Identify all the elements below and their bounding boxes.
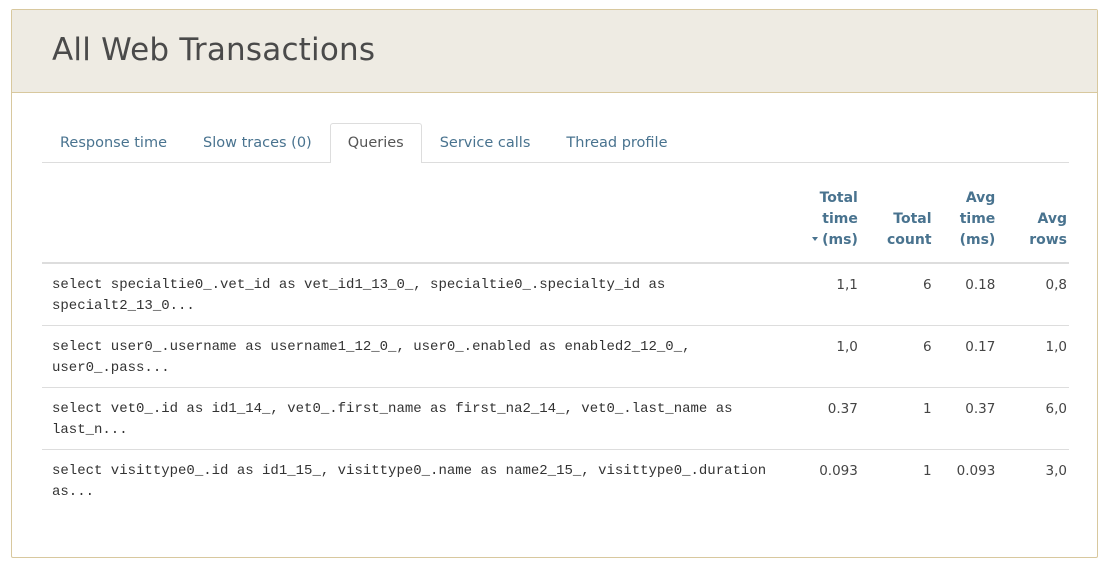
avg-rows-value: 1,0 bbox=[999, 325, 1069, 388]
caret-down-icon bbox=[812, 237, 819, 241]
avg-time-value: 0.37 bbox=[935, 387, 1000, 450]
page-title: All Web Transactions bbox=[52, 32, 376, 68]
total-time-value: 0.093 bbox=[819, 462, 858, 479]
table-row[interactable]: select visittype0_.id as id1_15_, visitt… bbox=[42, 449, 1069, 511]
avg-time-header-line: time bbox=[959, 211, 996, 227]
total-time-header-line: time bbox=[822, 211, 858, 227]
table-header-row: Total time (ms) Total count Avg time (ms… bbox=[42, 188, 1069, 264]
queries-table: Total time (ms) Total count Avg time (ms… bbox=[42, 188, 1069, 511]
total-time-header[interactable]: Total time (ms) bbox=[790, 188, 862, 264]
avg-time-value: 0.18 bbox=[935, 263, 1000, 326]
total-count-value: 6 bbox=[861, 325, 936, 388]
total-count-header-line: count bbox=[887, 232, 932, 248]
avg-time-value: 0.093 bbox=[956, 462, 996, 479]
total-time-value: 1,0 bbox=[790, 325, 862, 388]
avg-rows-header-line: Avg bbox=[1037, 211, 1067, 227]
tab-bar: Response time Slow traces (0) Queries Se… bbox=[42, 123, 1069, 163]
tab-service-calls[interactable]: Service calls bbox=[422, 123, 549, 162]
total-count-value: 1 bbox=[861, 387, 936, 450]
query-text[interactable]: select user0_.username as username1_12_0… bbox=[42, 325, 791, 388]
table-row[interactable]: select vet0_.id as id1_14_, vet0_.first_… bbox=[42, 387, 1069, 450]
avg-time-value: 0.17 bbox=[935, 325, 1000, 388]
total-time-header-line: Total bbox=[819, 190, 858, 206]
total-count-value: 6 bbox=[861, 263, 936, 326]
tab-response-time[interactable]: Response time bbox=[42, 123, 185, 162]
avg-time-header[interactable]: Avg time (ms) bbox=[935, 188, 1000, 264]
avg-rows-value: 0,8 bbox=[999, 263, 1069, 326]
query-column-header bbox=[42, 188, 791, 264]
total-time-header-line: (ms) bbox=[822, 232, 858, 248]
total-count-value: 1 bbox=[922, 462, 932, 479]
avg-rows-header[interactable]: Avg rows bbox=[999, 188, 1069, 264]
avg-rows-header-line: rows bbox=[1029, 232, 1067, 248]
panel-header: All Web Transactions bbox=[12, 10, 1097, 93]
avg-rows-value: 6,0 bbox=[999, 387, 1069, 450]
query-text[interactable]: select specialtie0_.vet_id as vet_id1_13… bbox=[42, 263, 791, 326]
table-row[interactable]: select user0_.username as username1_12_0… bbox=[42, 325, 1069, 388]
table-row[interactable]: select specialtie0_.vet_id as vet_id1_13… bbox=[42, 263, 1069, 326]
query-text[interactable]: select vet0_.id as id1_14_, vet0_.first_… bbox=[42, 387, 791, 450]
avg-rows-value: 3,0 bbox=[1045, 462, 1067, 479]
transactions-panel: All Web Transactions Response time Slow … bbox=[11, 9, 1098, 558]
total-count-header[interactable]: Total count bbox=[861, 188, 936, 264]
tab-slow-traces[interactable]: Slow traces (0) bbox=[185, 123, 330, 162]
tab-thread-profile[interactable]: Thread profile bbox=[548, 123, 685, 162]
query-text[interactable]: select visittype0_.id as id1_15_, visitt… bbox=[42, 449, 790, 511]
total-count-header-line: Total bbox=[893, 211, 932, 227]
total-time-value: 0.37 bbox=[790, 387, 862, 450]
total-time-value: 1,1 bbox=[790, 263, 862, 326]
avg-time-header-line: (ms) bbox=[959, 232, 996, 248]
tab-queries[interactable]: Queries bbox=[329, 123, 422, 163]
avg-time-header-line: Avg bbox=[965, 190, 996, 206]
